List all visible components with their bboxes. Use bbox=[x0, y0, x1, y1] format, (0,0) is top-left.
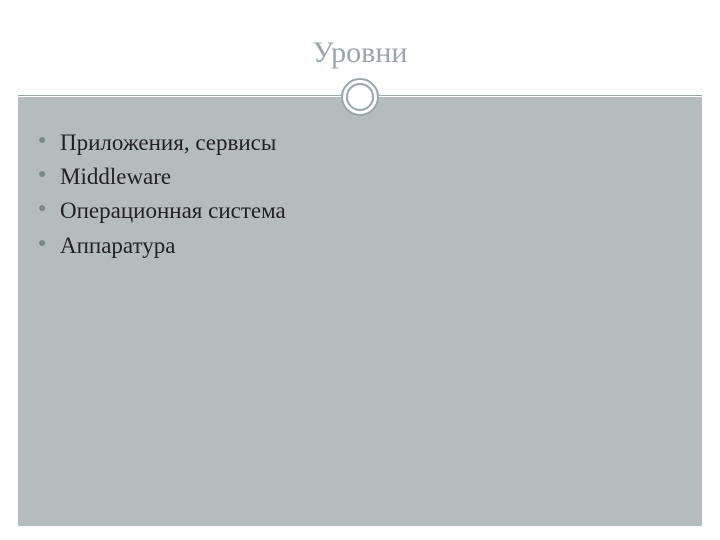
slide-title: Уровни bbox=[313, 36, 408, 70]
list-item: Приложения, сервисы bbox=[36, 127, 684, 159]
ring-ornament-icon bbox=[339, 76, 381, 118]
bullet-list: Приложения, сервисы Middleware Операцион… bbox=[36, 127, 684, 262]
list-item: Аппаратура bbox=[36, 230, 684, 262]
content-area: Приложения, сервисы Middleware Операцион… bbox=[18, 97, 702, 526]
slide: Уровни Приложения, сервисы Middleware Оп… bbox=[0, 0, 720, 540]
list-item: Операционная система bbox=[36, 195, 684, 227]
list-item: Middleware bbox=[36, 161, 684, 193]
